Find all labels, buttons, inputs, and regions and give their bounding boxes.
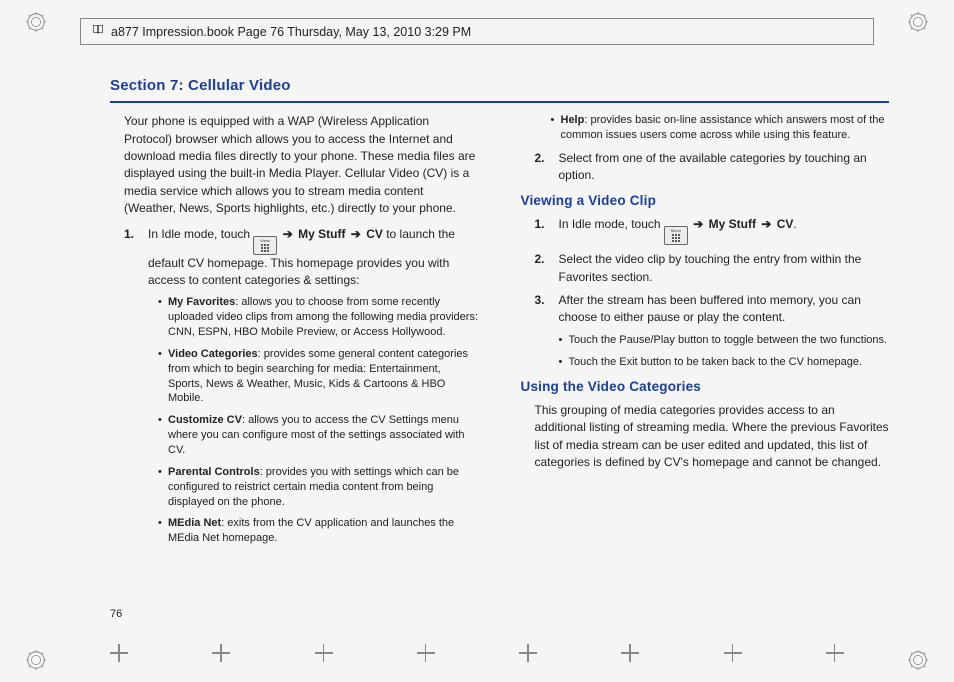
procedure-step-1: 1. In Idle mode, touch Menu ➔ My Stuff ➔… (110, 226, 479, 290)
corner-ornament-bottom-right (906, 648, 930, 672)
using-paragraph: This grouping of media categories provid… (535, 402, 890, 472)
corner-ornament-bottom-left (24, 648, 48, 672)
breadcrumb-cv: CV (366, 227, 383, 241)
bullet-title: Help (561, 114, 585, 126)
step1-prefix: In Idle mode, touch (148, 227, 253, 241)
crop-marks-bottom (68, 644, 886, 662)
breadcrumb-my-stuff: My Stuff (298, 227, 345, 241)
arrow-icon: ➔ (345, 227, 366, 241)
step-number: 1. (535, 216, 549, 245)
crop-mark-icon (621, 644, 639, 662)
crop-mark-icon (315, 644, 333, 662)
bullet-media-net: MEdia Net: exits from the CV application… (158, 516, 479, 546)
step-body: After the stream has been buffered into … (559, 292, 890, 327)
page-number: 76 (110, 607, 122, 623)
page-content: Section 7: Cellular Video Your phone is … (110, 75, 889, 627)
arrow-icon: ➔ (281, 227, 298, 241)
breadcrumb-cv: CV (777, 217, 794, 231)
menu-icon: Menu (664, 226, 688, 245)
bullet-title: My Favorites (168, 296, 235, 308)
bullet-help: Help: provides basic on-line assistance … (551, 113, 890, 143)
bullet-my-favorites: My Favorites: allows you to choose from … (158, 295, 479, 340)
intro-paragraph: Your phone is equipped with a WAP (Wirel… (124, 113, 479, 217)
step-body: In Idle mode, touch Menu ➔ My Stuff ➔ CV… (559, 216, 797, 245)
bullet-title: Customize CV (168, 414, 242, 426)
bullet-title: MEdia Net (168, 517, 221, 529)
crop-mark-icon (519, 644, 537, 662)
bullet-body: : provides basic on-line assistance whic… (561, 114, 885, 141)
step-body: In Idle mode, touch Menu ➔ My Stuff ➔ CV… (148, 226, 479, 290)
bullet-pause-play: Touch the Pause/Play button to toggle be… (559, 333, 890, 348)
v1-end: . (793, 217, 796, 231)
crop-mark-icon (826, 644, 844, 662)
step-body: Select from one of the available categor… (559, 150, 890, 185)
bullet-exit: Touch the Exit button to be taken back t… (559, 355, 890, 370)
breadcrumb-my-stuff: My Stuff (709, 217, 756, 231)
v1-prefix: In Idle mode, touch (559, 217, 664, 231)
crop-mark-icon (417, 644, 435, 662)
menu-icon: Menu (253, 236, 277, 255)
crop-mark-icon (110, 644, 128, 662)
step-number: 2. (535, 150, 549, 185)
bullet-video-categories: Video Categories: provides some general … (158, 347, 479, 406)
subheading-viewing-video-clip: Viewing a Video Clip (521, 191, 890, 211)
bullet-customize-cv: Customize CV: allows you to access the C… (158, 413, 479, 458)
arrow-icon: ➔ (756, 217, 777, 231)
two-column-layout: Your phone is equipped with a WAP (Wirel… (110, 113, 889, 627)
left-column: Your phone is equipped with a WAP (Wirel… (110, 113, 479, 627)
subheading-using-video-categories: Using the Video Categories (521, 377, 890, 397)
viewing-step-1: 1. In Idle mode, touch Menu ➔ My Stuff ➔… (521, 216, 890, 245)
step-number: 1. (124, 226, 138, 290)
section-title-rule (110, 101, 889, 104)
viewing-step-2: 2. Select the video clip by touching the… (521, 251, 890, 286)
document-header-text: a877 Impression.book Page 76 Thursday, M… (111, 25, 471, 39)
procedure-step-2: 2. Select from one of the available cate… (521, 150, 890, 185)
viewing-step-3: 3. After the stream has been buffered in… (521, 292, 890, 327)
crop-mark-icon (212, 644, 230, 662)
step-body: Select the video clip by touching the en… (559, 251, 890, 286)
book-icon (91, 23, 105, 40)
arrow-icon: ➔ (691, 217, 708, 231)
right-column: Help: provides basic on-line assistance … (521, 113, 890, 627)
bullet-title: Video Categories (168, 348, 258, 360)
corner-ornament-top-right (906, 10, 930, 34)
bullet-title: Parental Controls (168, 466, 260, 478)
crop-mark-icon (724, 644, 742, 662)
document-header-box: a877 Impression.book Page 76 Thursday, M… (80, 18, 874, 45)
step-number: 2. (535, 251, 549, 286)
step-number: 3. (535, 292, 549, 327)
section-title: Section 7: Cellular Video (110, 75, 889, 97)
corner-ornament-top-left (24, 10, 48, 34)
bullet-parental-controls: Parental Controls: provides you with set… (158, 465, 479, 510)
